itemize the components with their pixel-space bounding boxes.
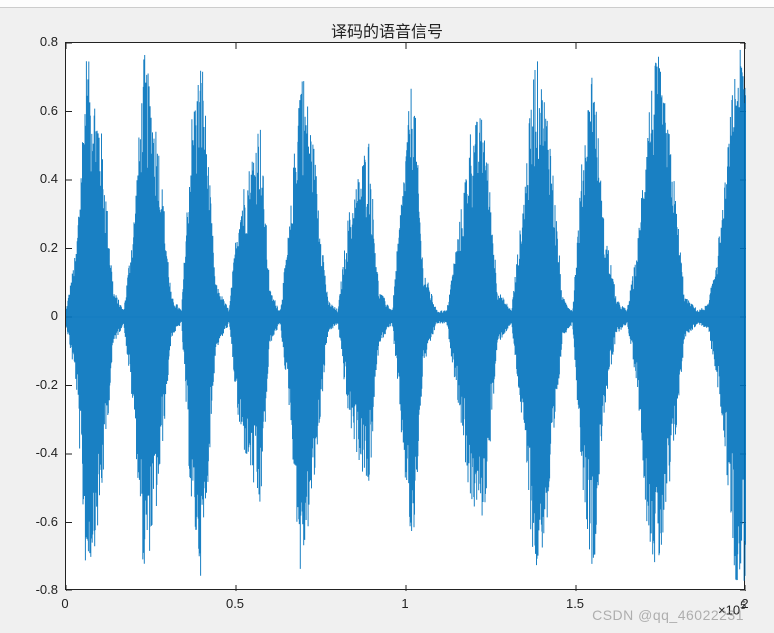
- y-tick-label: 0: [8, 308, 58, 323]
- y-tick-label: -0.6: [8, 514, 58, 529]
- y-tick-label: 0.6: [8, 103, 58, 118]
- y-tick-label: -0.8: [8, 582, 58, 597]
- y-tick-label: -0.2: [8, 377, 58, 392]
- y-tick-label: 0.2: [8, 240, 58, 255]
- x-tick-label: 1.5: [566, 596, 584, 611]
- x-tick-label: 2: [741, 596, 748, 611]
- window-topbar: [0, 0, 774, 8]
- y-tick-label: -0.4: [8, 445, 58, 460]
- x-tick-label: 1: [401, 596, 408, 611]
- x-tick-label: 0: [61, 596, 68, 611]
- watermark-text: CSDN @qq_46022231: [592, 607, 744, 623]
- y-tick-label: 0.4: [8, 171, 58, 186]
- chart-canvas: [66, 43, 746, 591]
- chart-title: 译码的语音信号: [0, 18, 774, 42]
- y-tick-label: 0.8: [8, 34, 58, 49]
- x-tick-label: 0.5: [226, 596, 244, 611]
- chart-axes: [65, 42, 745, 590]
